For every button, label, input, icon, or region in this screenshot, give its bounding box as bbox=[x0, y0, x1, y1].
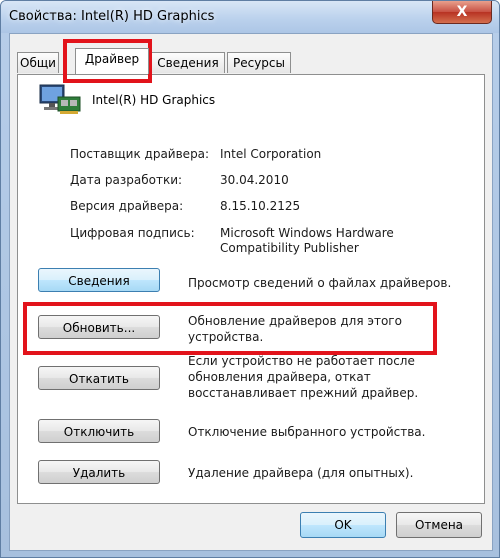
tab-strip: Общи Драйвер Сведения Ресурсы bbox=[17, 48, 487, 74]
driver-tab-panel: Intel(R) HD Graphics Поставщик драйвера:… bbox=[17, 74, 485, 504]
prop-label-provider: Поставщик драйвера: bbox=[70, 147, 210, 161]
update-driver-description: Обновление драйверов для этого устройств… bbox=[188, 314, 402, 344]
prop-value-signer: Microsoft Windows Hardware Compatibility… bbox=[220, 226, 394, 255]
rollback-driver-description: Если устройство не работает после обновл… bbox=[188, 354, 419, 400]
disable-device-description: Отключение выбранного устройства. bbox=[188, 425, 426, 439]
tab-resources[interactable]: Ресурсы bbox=[227, 52, 291, 73]
disable-device-button[interactable]: Отключить bbox=[38, 419, 160, 443]
uninstall-driver-description: Удаление драйвера (для опытных). bbox=[188, 466, 414, 480]
close-button[interactable]: X bbox=[432, 1, 492, 24]
tab-details[interactable]: Сведения bbox=[151, 52, 225, 73]
display-adapter-icon bbox=[39, 84, 81, 114]
cancel-button[interactable]: Отмена bbox=[396, 512, 482, 538]
properties-dialog: Свойства: Intel(R) HD Graphics X Общи Др… bbox=[0, 0, 500, 558]
prop-label-version: Версия драйвера: bbox=[70, 199, 184, 213]
tab-driver[interactable]: Драйвер bbox=[75, 48, 149, 74]
window-title: Свойства: Intel(R) HD Graphics bbox=[9, 9, 215, 24]
close-icon: X bbox=[456, 4, 468, 20]
tab-general[interactable]: Общи bbox=[17, 52, 59, 73]
device-name: Intel(R) HD Graphics bbox=[92, 93, 216, 107]
driver-details-description: Просмотр сведений о файлах драйверов. bbox=[188, 276, 452, 290]
prop-value-provider: Intel Corporation bbox=[220, 147, 322, 161]
prop-value-version: 8.15.10.2125 bbox=[220, 199, 301, 213]
prop-label-date: Дата разработки: bbox=[70, 173, 183, 187]
driver-details-button[interactable]: Сведения bbox=[38, 268, 160, 292]
dialog-body: Общи Драйвер Сведения Ресурсы Intel(R) H… bbox=[9, 33, 493, 551]
update-driver-button[interactable]: Обновить... bbox=[38, 315, 160, 339]
title-bar[interactable]: Свойства: Intel(R) HD Graphics X bbox=[1, 1, 499, 33]
rollback-driver-button[interactable]: Откатить bbox=[38, 366, 160, 390]
uninstall-driver-button[interactable]: Удалить bbox=[38, 460, 160, 484]
prop-label-signer: Цифровая подпись: bbox=[70, 226, 195, 240]
ok-button[interactable]: OK bbox=[300, 512, 386, 538]
prop-value-date: 30.04.2010 bbox=[220, 173, 289, 187]
